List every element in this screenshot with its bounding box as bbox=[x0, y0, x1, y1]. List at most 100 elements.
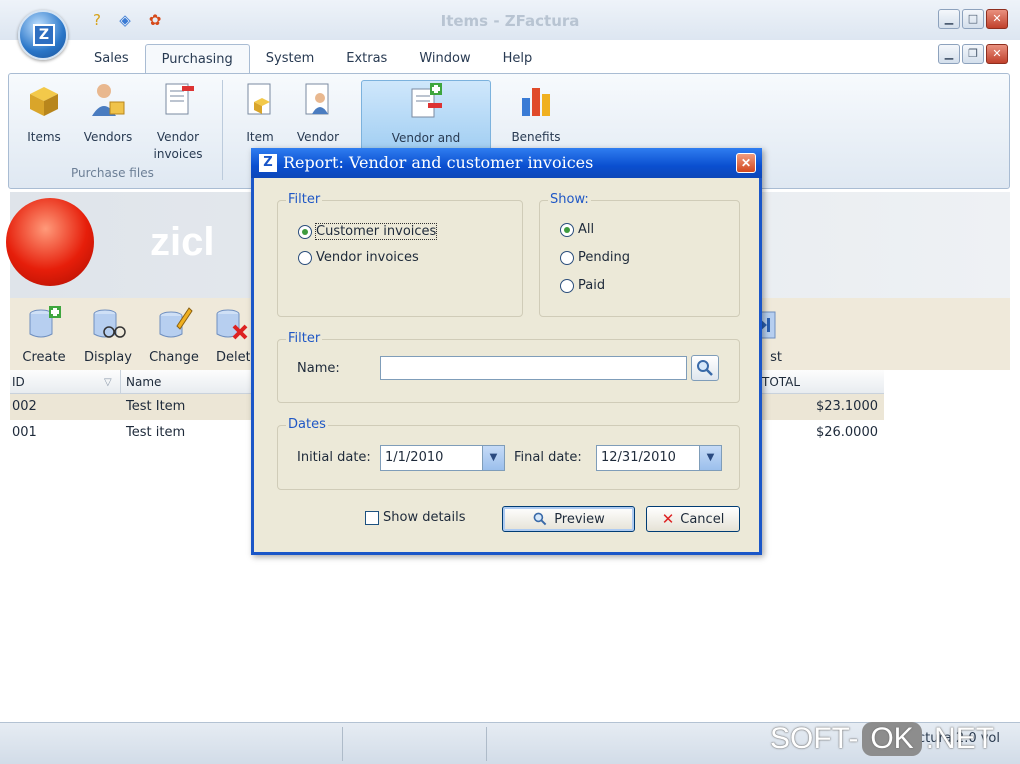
show-paid-radio[interactable]: Paid bbox=[560, 278, 605, 293]
show-details-checkbox[interactable]: Show details bbox=[365, 510, 466, 525]
tab-sales[interactable]: Sales bbox=[78, 44, 145, 74]
status-separator bbox=[342, 727, 343, 761]
watermark-right: .NET bbox=[925, 722, 995, 755]
cancel-button[interactable]: ✕ Cancel bbox=[646, 506, 740, 532]
customer-invoices-radio[interactable]: Customer invoices bbox=[298, 223, 438, 240]
cell-name: Test Item bbox=[126, 399, 186, 414]
vendor-report-icon bbox=[305, 83, 329, 115]
show-pending-radio[interactable]: Pending bbox=[560, 250, 630, 265]
watermark-left: SOFT- bbox=[770, 722, 859, 755]
sort-indicator-icon: ▽ bbox=[104, 377, 112, 388]
bar-chart-icon bbox=[522, 88, 550, 116]
cell-id: 002 bbox=[12, 399, 37, 414]
radio-checked-icon bbox=[560, 222, 574, 237]
dates-legend: Dates bbox=[286, 417, 328, 432]
group-separator bbox=[222, 80, 223, 180]
vendor-label: Vendor bbox=[296, 130, 340, 144]
vendor-and-customer-button[interactable]: Vendor and bbox=[361, 80, 491, 156]
initial-date-picker[interactable]: 1/1/2010 ▼ bbox=[380, 445, 505, 471]
app-menu-button[interactable]: Z bbox=[18, 10, 68, 60]
item-label: Item bbox=[246, 130, 274, 144]
change-label: Change bbox=[149, 350, 199, 365]
maximize-button[interactable]: □ bbox=[962, 9, 984, 29]
name-filter-group: Filter Name: bbox=[277, 331, 740, 403]
cell-total: $23.1000 bbox=[815, 399, 878, 414]
brand-banner-text: zicl bbox=[150, 220, 215, 264]
delete-label: Delet bbox=[216, 350, 250, 365]
mdi-window-controls: ▁ ❐ ✕ bbox=[938, 44, 1008, 64]
preview-button[interactable]: Preview bbox=[502, 506, 635, 532]
vendors-label: Vendors bbox=[83, 130, 133, 144]
checkbox-unchecked-icon bbox=[365, 510, 379, 525]
dialog-title-bar[interactable]: Z Report: Vendor and customer invoices ✕ bbox=[251, 148, 762, 178]
purchase-files-group-label: Purchase files bbox=[71, 166, 154, 180]
create-button[interactable]: Create bbox=[14, 304, 74, 365]
column-divider bbox=[120, 370, 121, 394]
item-report-icon bbox=[247, 83, 271, 115]
show-legend: Show: bbox=[548, 192, 591, 207]
create-label: Create bbox=[22, 350, 66, 365]
final-date-value: 12/31/2010 bbox=[601, 450, 676, 465]
cell-id: 001 bbox=[12, 425, 37, 440]
cancel-label: Cancel bbox=[680, 511, 725, 527]
display-button[interactable]: Display bbox=[78, 304, 138, 365]
show-all-radio[interactable]: All bbox=[560, 222, 594, 237]
cancel-x-icon: ✕ bbox=[661, 510, 675, 528]
dialog-close-button[interactable]: ✕ bbox=[736, 153, 756, 173]
delete-button[interactable]: Delet bbox=[210, 304, 250, 365]
radio-unchecked-icon bbox=[560, 278, 574, 293]
status-separator bbox=[486, 727, 487, 761]
mdi-minimize-button[interactable]: ▁ bbox=[938, 44, 960, 64]
magnifier-icon bbox=[533, 512, 547, 526]
items-label: Items bbox=[27, 130, 61, 144]
radio-unchecked-icon bbox=[560, 250, 574, 265]
tab-window[interactable]: Window bbox=[403, 44, 486, 74]
watermark: SOFT- OK .NET bbox=[770, 718, 994, 760]
change-button[interactable]: Change bbox=[144, 304, 204, 365]
items-button[interactable]: Items bbox=[11, 80, 77, 146]
benefits-button[interactable]: Benefits bbox=[503, 80, 569, 146]
filter-legend: Filter bbox=[286, 192, 323, 207]
vendor-invoices-radio[interactable]: Vendor invoices bbox=[298, 250, 419, 265]
mdi-close-button[interactable]: ✕ bbox=[986, 44, 1008, 64]
vendor-invoices-label: Vendor invoices bbox=[153, 130, 203, 161]
window-controls: ▁ □ ✕ bbox=[938, 9, 1008, 29]
column-header-name[interactable]: Name bbox=[126, 375, 161, 389]
report-dialog: Z Report: Vendor and customer invoices ✕… bbox=[251, 148, 762, 555]
pencil-edit-icon bbox=[159, 307, 193, 338]
column-header-total[interactable]: TOTAL bbox=[762, 375, 800, 389]
name-input[interactable] bbox=[380, 356, 687, 380]
tab-extras[interactable]: Extras bbox=[330, 44, 403, 74]
chevron-down-icon[interactable]: ▼ bbox=[482, 446, 504, 470]
vendor-report-button[interactable]: Vendor bbox=[285, 80, 351, 146]
vendors-button[interactable]: Vendors bbox=[75, 80, 141, 146]
benefits-label: Benefits bbox=[511, 130, 561, 144]
name-search-button[interactable] bbox=[691, 355, 719, 381]
display-glasses-icon bbox=[93, 309, 126, 338]
show-all-label: All bbox=[578, 222, 595, 237]
mdi-restore-button[interactable]: ❐ bbox=[962, 44, 984, 64]
cell-total: $26.0000 bbox=[815, 425, 878, 440]
vendor-invoices-button[interactable]: Vendor invoices bbox=[145, 80, 211, 163]
show-group: Show: All Pending Paid bbox=[539, 192, 740, 317]
initial-date-value: 1/1/2010 bbox=[385, 450, 444, 465]
chevron-down-icon[interactable]: ▼ bbox=[699, 446, 721, 470]
column-header-id[interactable]: ID bbox=[12, 375, 25, 389]
minimize-button[interactable]: ▁ bbox=[938, 9, 960, 29]
show-pending-label: Pending bbox=[578, 250, 630, 265]
dialog-title: Report: Vendor and customer invoices bbox=[283, 153, 594, 172]
tab-help[interactable]: Help bbox=[487, 44, 549, 74]
cell-name: Test item bbox=[126, 425, 186, 440]
ribbon-tabs: Sales Purchasing System Extras Window He… bbox=[78, 44, 548, 74]
vendor-customer-report-icon bbox=[411, 83, 442, 118]
tab-system[interactable]: System bbox=[250, 44, 330, 74]
vendor-and-label: Vendor and bbox=[391, 131, 461, 145]
radio-checked-icon bbox=[298, 224, 312, 239]
item-report-button[interactable]: Item bbox=[227, 80, 293, 146]
vendor-invoices-label: Vendor invoices bbox=[316, 250, 419, 265]
close-button[interactable]: ✕ bbox=[986, 9, 1008, 29]
app-logo: Z bbox=[33, 24, 55, 46]
display-label: Display bbox=[84, 350, 132, 365]
final-date-picker[interactable]: 12/31/2010 ▼ bbox=[596, 445, 722, 471]
tab-purchasing[interactable]: Purchasing bbox=[144, 44, 250, 74]
